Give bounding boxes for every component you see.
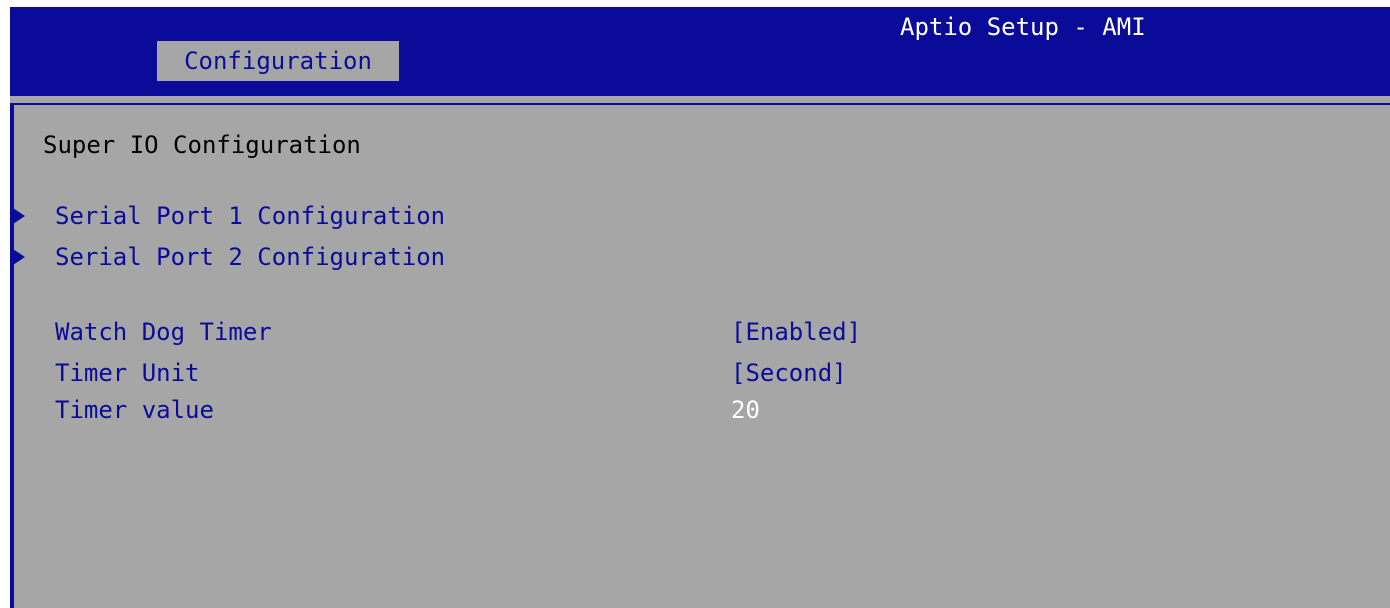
panel-frame	[10, 103, 1390, 608]
option-label: Timer Unit	[55, 359, 200, 387]
app-title: Aptio Setup - AMI	[900, 13, 1146, 41]
option-value[interactable]: [Second]	[731, 359, 847, 387]
option-label: Watch Dog Timer	[55, 318, 272, 346]
option-value[interactable]: 20	[731, 396, 760, 424]
submenu-label: Serial Port 1 Configuration	[55, 202, 446, 230]
main-panel	[10, 88, 1390, 608]
submenu-label: Serial Port 2 Configuration	[55, 243, 446, 271]
option-label: Timer value	[55, 396, 214, 424]
submenu-arrow-icon	[13, 249, 25, 265]
option-value[interactable]: [Enabled]	[731, 318, 861, 346]
submenu-arrow-icon	[13, 208, 25, 224]
tab-configuration[interactable]: Configuration	[157, 41, 399, 81]
title-bar: Aptio Setup - AMI Configuration	[10, 7, 1390, 88]
section-title: Super IO Configuration	[43, 131, 361, 159]
